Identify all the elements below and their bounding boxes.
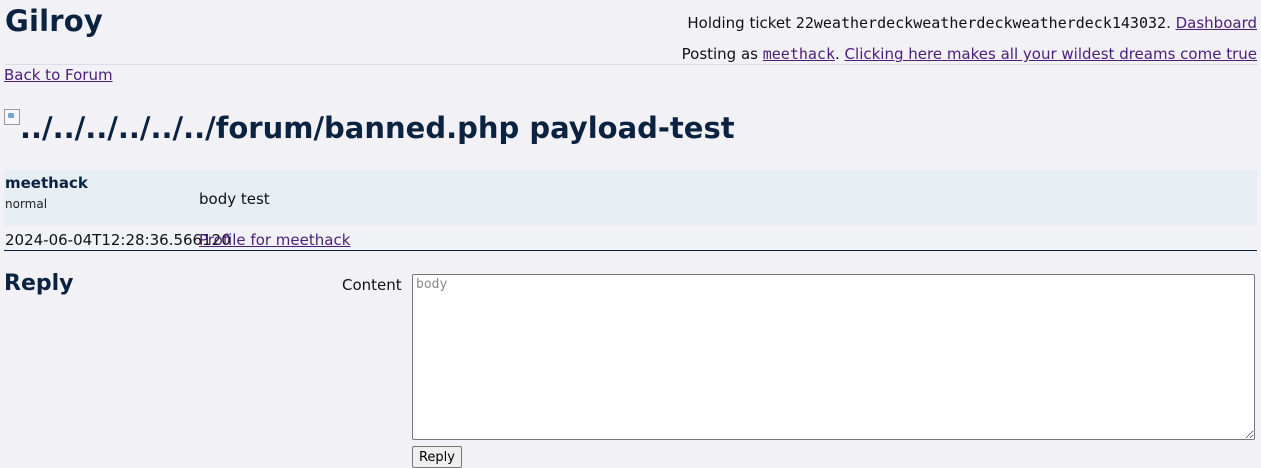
reply-heading: Reply — [4, 271, 74, 296]
post-timestamp: 2024-06-04T12:28:36.566120 — [5, 231, 231, 249]
content-textarea[interactable] — [412, 274, 1255, 440]
post-author-role: normal — [5, 197, 47, 211]
ticket-prefix: Holding ticket — [687, 14, 795, 32]
back-to-forum-link[interactable]: Back to Forum — [4, 66, 113, 84]
site-title: Gilroy — [5, 4, 103, 38]
broken-image-icon — [4, 109, 20, 125]
reply-button[interactable]: Reply — [412, 446, 462, 468]
ticket-line: Holding ticket 22weatherdeckweatherdeckw… — [682, 13, 1257, 33]
post-author: meethack — [5, 174, 88, 192]
username-link[interactable]: meethack — [763, 45, 835, 63]
header-user-info: Holding ticket 22weatherdeckweatherdeckw… — [682, 13, 1257, 64]
profile-link[interactable]: Profile for meethack — [199, 231, 350, 249]
post-title-text: ../../../../../../forum/banned.php paylo… — [20, 111, 735, 145]
dashboard-link[interactable]: Dashboard — [1176, 14, 1257, 32]
posting-as-line: Posting as meethack. Clicking here makes… — [682, 44, 1257, 64]
content-label: Content — [342, 276, 402, 294]
post-body: body test — [199, 190, 270, 208]
post: meethack normal body test 2024-06-04T12:… — [4, 170, 1257, 251]
ticket-suffix: . — [1166, 14, 1176, 32]
posting-as-suffix: . — [835, 45, 845, 63]
ticket-id: 22weatherdeckweatherdeckweatherdeck14303… — [796, 14, 1166, 32]
posting-as-prefix: Posting as — [682, 45, 763, 63]
header-divider — [4, 64, 1257, 65]
post-content-row: meethack normal body test — [4, 170, 1257, 225]
post-meta-row: 2024-06-04T12:28:36.566120 Profile for m… — [4, 228, 1257, 251]
post-title: ../../../../../../forum/banned.php paylo… — [4, 111, 735, 145]
dreams-link[interactable]: Clicking here makes all your wildest dre… — [845, 45, 1257, 63]
